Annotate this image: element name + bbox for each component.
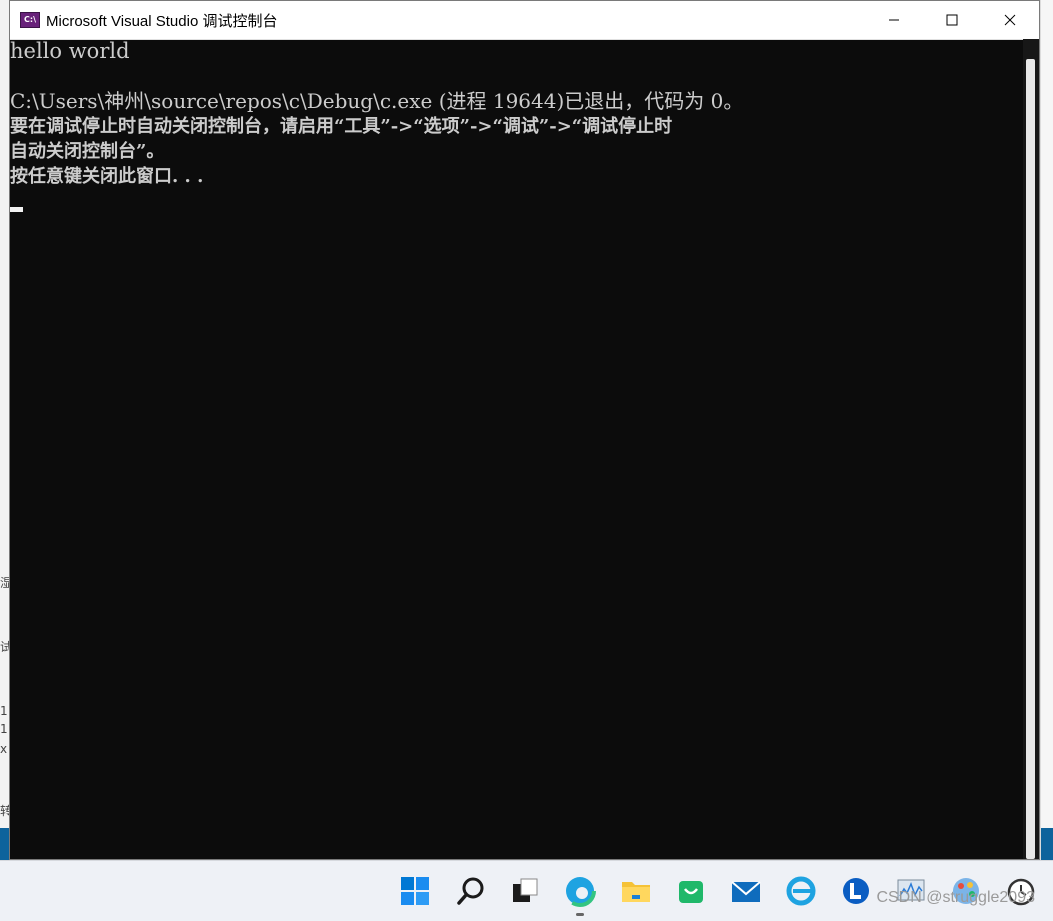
maximize-button[interactable] [923,1,981,39]
search-icon[interactable] [455,875,487,907]
minimize-button[interactable] [865,1,923,39]
console-line: hello world [10,39,130,63]
console-window[interactable]: C:\ Microsoft Visual Studio 调试控制台 hello … [9,0,1040,860]
console-line: C:\Users\神州\source\repos\c\Debug\c.exe (… [10,89,1023,114]
file-explorer-icon[interactable] [620,875,652,907]
task-view-icon[interactable] [509,875,541,907]
close-button[interactable] [981,1,1039,39]
console-line-text: C:\Users\神州\source\repos\c\Debug\c.exe (… [10,89,744,113]
maximize-icon [946,14,958,26]
minimize-icon [889,19,899,21]
console-line: 自动关闭控制台”。 [10,141,165,162]
csdn-watermark: CSDN @struggle2093 [876,889,1035,906]
active-indicator [576,913,584,916]
internet-explorer-icon[interactable] [785,875,817,907]
text-cursor [10,207,23,212]
bg-status-bar [1041,828,1053,860]
windows-start-icon[interactable] [399,875,431,907]
app-l-icon[interactable] [840,875,872,907]
store-icon[interactable] [675,875,707,907]
background-ide-right [1040,0,1053,860]
edge-icon[interactable] [564,875,596,907]
console-output[interactable]: hello world C:\Users\神州\source\repos\c\D… [10,39,1023,859]
mail-icon[interactable] [730,875,762,907]
scrollbar-thumb[interactable] [1026,59,1035,859]
close-icon [1004,14,1016,26]
title-bar[interactable]: C:\ Microsoft Visual Studio 调试控制台 [10,1,1039,40]
console-line: 按任意键关闭此窗口. . . [10,166,204,187]
window-title: Microsoft Visual Studio 调试控制台 [46,12,278,30]
console-scrollbar[interactable] [1023,39,1039,859]
console-line: 要在调试停止时自动关闭控制台，请启用“工具”->“选项”->“调试”->“调试停… [10,116,673,137]
vs-console-app-icon[interactable]: C:\ [20,12,40,28]
